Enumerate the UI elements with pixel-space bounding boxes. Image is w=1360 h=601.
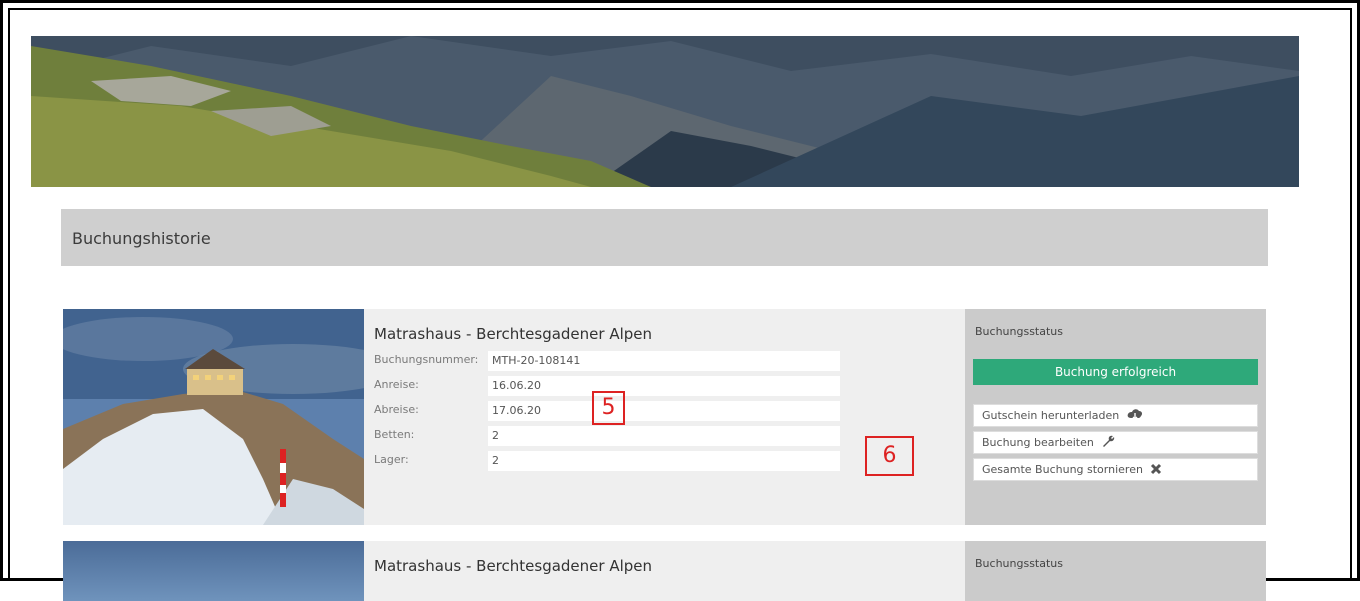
- action-label: Gesamte Buchung stornieren: [982, 463, 1143, 476]
- field-value: MTH-20-108141: [488, 351, 840, 371]
- field-label: Lager:: [374, 453, 409, 466]
- wrench-icon: [1103, 435, 1115, 447]
- status-title: Buchungsstatus: [975, 557, 1063, 570]
- booking-card: Matrashaus - Berchtesgadener Alpen Buchu…: [63, 541, 1266, 601]
- field-value: 2: [488, 451, 840, 471]
- hut-name: Matrashaus - Berchtesgadener Alpen: [374, 325, 653, 343]
- edit-booking-button[interactable]: Buchung bearbeiten: [973, 431, 1258, 454]
- booking-card: Matrashaus - Berchtesgadener Alpen Buchu…: [63, 309, 1266, 525]
- status-title: Buchungsstatus: [975, 325, 1063, 338]
- annotation-6: 6: [865, 436, 914, 476]
- booking-status-panel: Buchungsstatus: [965, 541, 1266, 601]
- status-badge: Buchung erfolgreich: [973, 359, 1258, 385]
- close-icon: [1151, 463, 1162, 475]
- field-label: Buchungsnummer:: [374, 353, 479, 366]
- action-label: Buchung bearbeiten: [982, 436, 1094, 449]
- field-value: 16.06.20: [488, 376, 840, 396]
- hero-banner-image: [31, 36, 1299, 187]
- cancel-booking-button[interactable]: Gesamte Buchung stornieren: [973, 458, 1258, 481]
- hut-name: Matrashaus - Berchtesgadener Alpen: [374, 557, 653, 575]
- field-value: 2: [488, 426, 840, 446]
- field-booking-number: Buchungsnummer: MTH-20-108141: [374, 351, 840, 371]
- booking-status-panel: Buchungsstatus Buchung erfolgreich Gutsc…: [965, 309, 1266, 525]
- download-voucher-button[interactable]: Gutschein herunterladen: [973, 404, 1258, 427]
- page-title: Buchungshistorie: [72, 229, 211, 248]
- hut-photo: [63, 541, 364, 601]
- field-dorm: Lager: 2: [374, 451, 840, 471]
- field-label: Abreise:: [374, 403, 419, 416]
- field-label: Anreise:: [374, 378, 419, 391]
- section-header: Buchungshistorie: [61, 209, 1268, 266]
- annotation-5: 5: [592, 391, 625, 425]
- field-label: Betten:: [374, 428, 415, 441]
- hut-photo: [63, 309, 364, 525]
- field-beds: Betten: 2: [374, 426, 840, 446]
- field-value: 17.06.20: [488, 401, 840, 421]
- action-label: Gutschein herunterladen: [982, 409, 1120, 422]
- cloud-download-icon: [1127, 409, 1142, 420]
